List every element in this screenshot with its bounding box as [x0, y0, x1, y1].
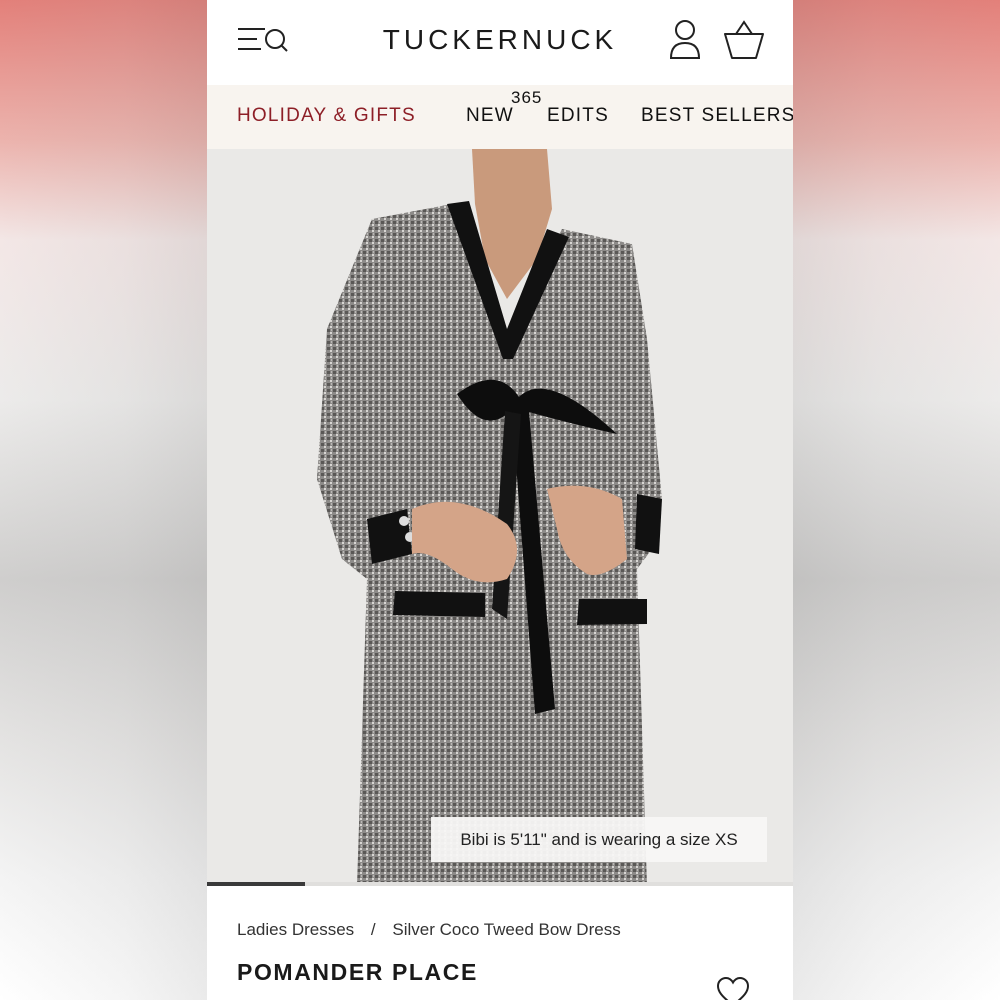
nav-item-holiday-gifts[interactable]: HOLIDAY & GIFTS	[237, 105, 416, 127]
model-size-caption: Bibi is 5'11" and is wearing a size XS	[431, 817, 767, 862]
account-button[interactable]	[667, 18, 703, 62]
shopping-bag-icon	[724, 20, 764, 59]
shopping-bag-button[interactable]	[722, 18, 766, 62]
nav-item-new[interactable]: NEW	[466, 105, 514, 127]
nav-item-best-sellers[interactable]: BEST SELLERS	[641, 105, 793, 127]
site-logo[interactable]: TUCKERNUCK	[207, 24, 793, 56]
breadcrumb-category-link[interactable]: Ladies Dresses	[237, 920, 354, 939]
nav-badge-365: 365	[511, 88, 543, 107]
heart-icon	[716, 976, 750, 1000]
product-info: Ladies Dresses / Silver Coco Tweed Bow D…	[207, 886, 793, 1000]
nav-item-edits[interactable]: EDITS	[547, 105, 609, 127]
category-nav: HOLIDAY & GIFTS NEW 365 EDITS BEST SELLE…	[207, 85, 793, 149]
breadcrumb: Ladies Dresses / Silver Coco Tweed Bow D…	[237, 920, 621, 940]
phone-screen: TUCKERNUCK HOLIDAY & GIFTS NEW 365 EDITS…	[207, 0, 793, 1000]
breadcrumb-separator: /	[370, 920, 376, 939]
blurred-backdrop-left	[0, 0, 207, 1000]
breadcrumb-current-product[interactable]: Silver Coco Tweed Bow Dress	[392, 920, 620, 939]
site-header: TUCKERNUCK	[207, 0, 793, 85]
blurred-backdrop-right	[793, 0, 1000, 1000]
account-icon	[669, 20, 701, 59]
wishlist-button[interactable]	[715, 976, 751, 1000]
product-brand[interactable]: POMANDER PLACE	[237, 959, 478, 986]
product-photo	[207, 149, 793, 886]
product-image-gallery[interactable]: Bibi is 5'11" and is wearing a size XS	[207, 149, 793, 886]
